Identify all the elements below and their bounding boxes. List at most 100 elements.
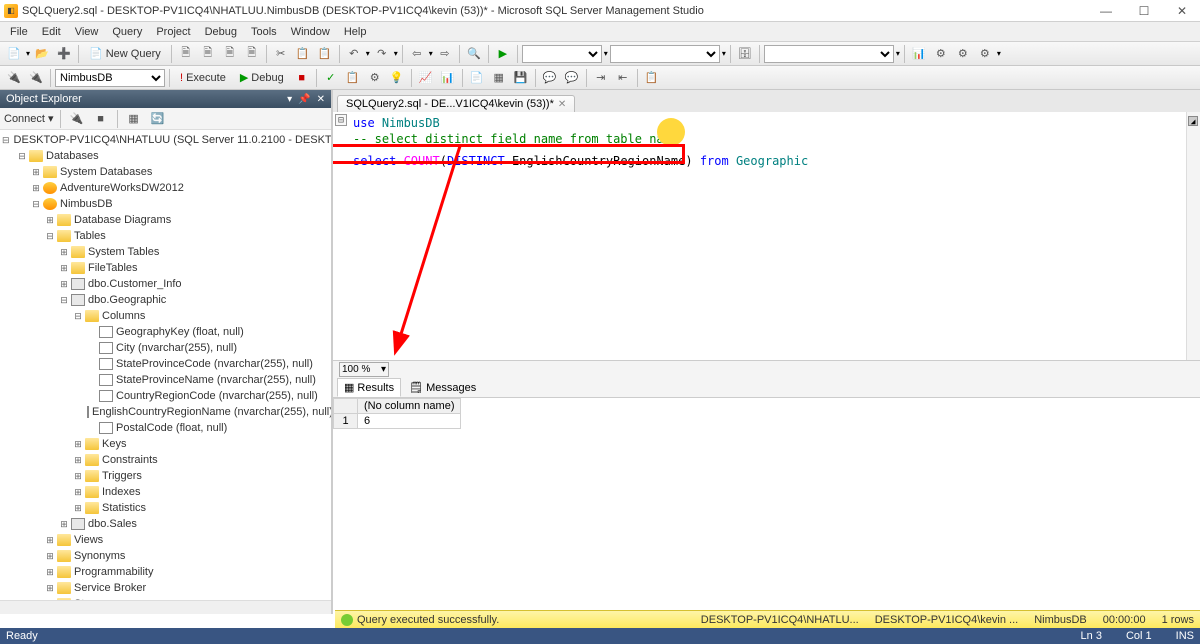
exp-icon[interactable]: ⊟ <box>58 294 70 306</box>
exp-icon[interactable]: ⊞ <box>58 246 70 258</box>
oe-stop-icon[interactable]: ■ <box>91 109 111 129</box>
include-plan-button[interactable]: 📈 <box>416 68 436 88</box>
statistics-node[interactable]: Statistics <box>102 502 146 514</box>
exp-icon[interactable]: ⊞ <box>30 182 42 194</box>
activity-monitor-button[interactable]: 📊 <box>909 44 929 64</box>
tables-node[interactable]: Tables <box>74 230 106 242</box>
menu-file[interactable]: File <box>4 24 34 40</box>
exp-icon[interactable]: ⊟ <box>16 150 28 162</box>
messages-tab[interactable]: 🗒Messages <box>403 379 482 396</box>
tb-right-4[interactable]: ⚙ <box>975 44 995 64</box>
cancel-query-button[interactable]: ■ <box>292 68 312 88</box>
menu-window[interactable]: Window <box>285 24 336 40</box>
exp-icon[interactable]: ⊞ <box>30 166 42 178</box>
tb-icon-3[interactable]: 🗎 <box>220 44 240 64</box>
new-project-button[interactable]: 📄 <box>4 44 24 64</box>
systables-node[interactable]: System Tables <box>88 246 159 258</box>
query-options-icon[interactable]: ⚙ <box>365 68 385 88</box>
keys-node[interactable]: Keys <box>102 438 126 450</box>
zoom-dropdown[interactable]: 100 %▾ <box>339 362 389 377</box>
display-plan-button[interactable]: 📋 <box>343 68 363 88</box>
connect-button[interactable]: Connect ▾ <box>4 112 54 125</box>
find-dropdown[interactable] <box>764 45 894 63</box>
exp-icon[interactable]: ⊞ <box>72 454 84 466</box>
copy-button[interactable]: 📋 <box>293 44 313 64</box>
sql-editor[interactable]: ⊟ use NimbusDB -- select distinct field_… <box>333 112 1200 360</box>
menu-tools[interactable]: Tools <box>245 24 283 40</box>
close-window-button[interactable]: ✕ <box>1168 2 1196 20</box>
menu-view[interactable]: View <box>69 24 105 40</box>
exp-icon[interactable]: ⊟ <box>2 134 10 146</box>
exp-icon[interactable]: ⊟ <box>72 310 84 322</box>
editor-scroll-strip[interactable] <box>1186 112 1200 360</box>
exp-icon[interactable]: ⊞ <box>72 502 84 514</box>
oe-close-icon[interactable]: ✕ <box>317 94 325 105</box>
tb-icon-1[interactable]: 🗎 <box>176 44 196 64</box>
grid-corner[interactable] <box>334 399 358 414</box>
new-query-button[interactable]: 📄New Query <box>83 45 167 62</box>
doc-tab-sqlquery2[interactable]: SQLQuery2.sql - DE...V1ICQ4\kevin (53))*… <box>337 95 575 112</box>
col-geokey[interactable]: GeographyKey (float, null) <box>116 326 244 338</box>
menu-query[interactable]: Query <box>106 24 148 40</box>
col-spcode[interactable]: StateProvinceCode (nvarchar(255), null) <box>116 358 313 370</box>
constraints-node[interactable]: Constraints <box>102 454 158 466</box>
oe-filter-icon[interactable]: ▦ <box>124 109 144 129</box>
tb-icon-4[interactable]: 🗎 <box>242 44 262 64</box>
tb-right-2[interactable]: ⚙ <box>931 44 951 64</box>
nimbus-node[interactable]: NimbusDB <box>60 198 113 210</box>
open-button[interactable]: 📂 <box>32 44 52 64</box>
server-node[interactable]: DESKTOP-PV1ICQ4\NHATLUU (SQL Server 11.0… <box>14 134 331 146</box>
databases-node[interactable]: Databases <box>46 150 99 162</box>
col-ecrname[interactable]: EnglishCountryRegionName (nvarchar(255),… <box>92 406 331 418</box>
oe-dropdown-icon[interactable]: ▾ <box>287 94 292 105</box>
minimize-button[interactable]: — <box>1092 2 1120 20</box>
outline-collapse-icon[interactable]: ⊟ <box>335 114 347 126</box>
debug-button[interactable]: ▶Debug <box>234 69 290 86</box>
views-node[interactable]: Views <box>74 534 103 546</box>
undo-button[interactable]: ↶ <box>344 44 364 64</box>
maximize-button[interactable]: ☐ <box>1130 2 1158 20</box>
menu-help[interactable]: Help <box>338 24 373 40</box>
results-grid-button[interactable]: ▦ <box>489 68 509 88</box>
results-tab[interactable]: ▦Results <box>337 378 401 397</box>
oe-horizontal-scrollbar[interactable] <box>0 600 331 614</box>
exp-icon[interactable]: ⊞ <box>44 566 56 578</box>
exp-icon[interactable]: ⊟ <box>30 198 42 210</box>
col-spname[interactable]: StateProvinceName (nvarchar(255), null) <box>116 374 316 386</box>
parse-button[interactable]: ✓ <box>321 68 341 88</box>
exp-icon[interactable]: ⊞ <box>72 470 84 482</box>
comment-button[interactable]: 💬 <box>540 68 560 88</box>
exp-icon[interactable]: ⊞ <box>44 582 56 594</box>
oe-refresh-icon[interactable]: 🔄 <box>148 109 168 129</box>
exp-icon[interactable]: ⊞ <box>58 518 70 530</box>
specify-values-button[interactable]: 📋 <box>642 68 662 88</box>
tb-icon-2[interactable]: 🗎 <box>198 44 218 64</box>
aw-node[interactable]: AdventureWorksDW2012 <box>60 182 184 194</box>
add-button[interactable]: ➕ <box>54 44 74 64</box>
oe-tree[interactable]: ⊟ DESKTOP-PV1ICQ4\NHATLUU (SQL Server 11.… <box>0 130 331 600</box>
intellisense-button[interactable]: 💡 <box>387 68 407 88</box>
customer-node[interactable]: dbo.Customer_Info <box>88 278 182 290</box>
change-connection-button[interactable]: 🔌 <box>4 68 24 88</box>
exp-icon[interactable]: ⊞ <box>44 534 56 546</box>
exp-icon[interactable]: ⊞ <box>58 278 70 290</box>
platform-dropdown[interactable] <box>610 45 720 63</box>
exp-icon[interactable]: ⊟ <box>44 230 56 242</box>
redo-button[interactable]: ↷ <box>372 44 392 64</box>
exp-icon[interactable]: ⊞ <box>44 214 56 226</box>
paste-button[interactable]: 📋 <box>315 44 335 64</box>
execute-button[interactable]: !Execute <box>174 70 232 86</box>
available-db-icon[interactable]: 🔌 <box>26 68 46 88</box>
find-button[interactable]: 🔍 <box>464 44 484 64</box>
indexes-node[interactable]: Indexes <box>102 486 141 498</box>
synonyms-node[interactable]: Synonyms <box>74 550 125 562</box>
sysdb-node[interactable]: System Databases <box>60 166 152 178</box>
geographic-node[interactable]: dbo.Geographic <box>88 294 166 306</box>
database-dropdown[interactable]: NimbusDB <box>55 69 165 87</box>
tb-right-3[interactable]: ⚙ <box>953 44 973 64</box>
prog-node[interactable]: Programmability <box>74 566 153 578</box>
indent-button[interactable]: ⇥ <box>591 68 611 88</box>
col-city[interactable]: City (nvarchar(255), null) <box>116 342 237 354</box>
menu-edit[interactable]: Edit <box>36 24 67 40</box>
outdent-button[interactable]: ⇤ <box>613 68 633 88</box>
